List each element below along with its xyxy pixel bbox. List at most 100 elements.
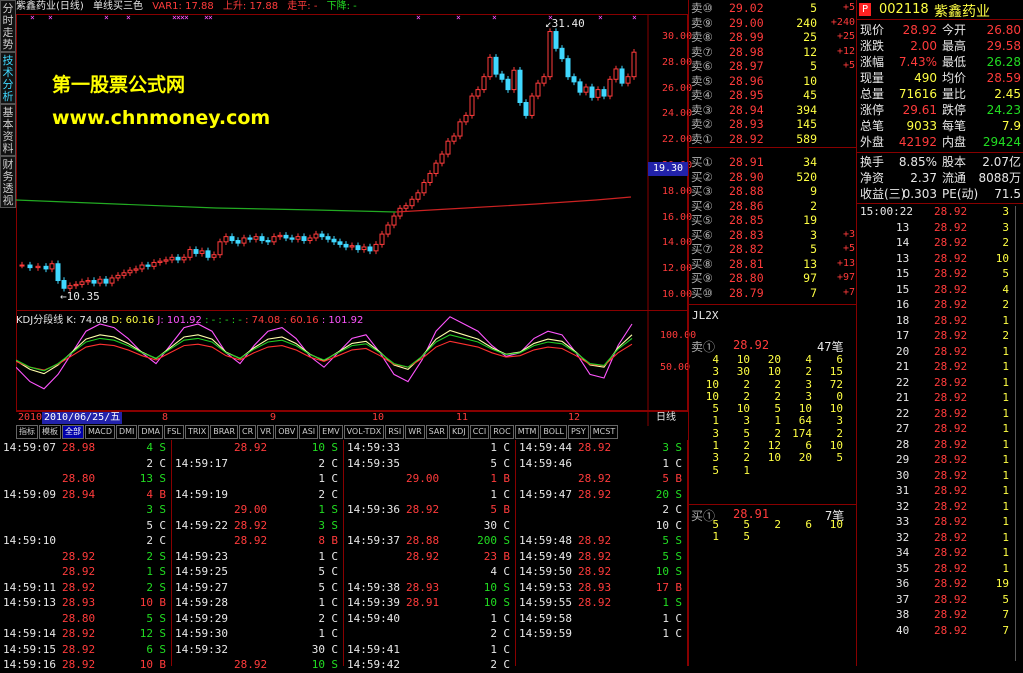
trade-row: 40 28.92 7: [896, 623, 1009, 637]
indicator-tab-sar[interactable]: SAR: [425, 425, 448, 439]
queue-row: 15: [712, 530, 750, 544]
svg-text:×: ×: [456, 14, 461, 22]
trade-row: 20 28.92 1: [896, 344, 1009, 358]
tick-row: 14:59:32 30 C: [175, 642, 338, 656]
indicator-tab-cr[interactable]: CR: [239, 425, 257, 439]
order-book-row: 卖⑩ 29.02 5 +5: [691, 1, 855, 15]
indicator-tab-emv[interactable]: EMV: [319, 425, 343, 439]
tick-row: 29.00 1 S: [234, 503, 338, 516]
tick-row: 14:59:53 28.93 17 B: [519, 580, 682, 594]
tick-column: 14:59:44 28.92 3 S 14:59:46 1 C 28.92 5 B 14:59:47…: [516, 440, 688, 666]
trade-row: 22 28.92 1: [896, 406, 1009, 420]
indicator-tab-obv[interactable]: OBV: [275, 425, 299, 439]
kdj-header: KDJ分段线 K: 74.08 D: 60.16 J: 101.92 : - :…: [16, 315, 364, 326]
trade-list-scrollbar[interactable]: [1015, 206, 1022, 661]
tab-finance[interactable]: 财务透视: [0, 156, 16, 208]
indicator-tabs: 指标 模板 全部 MACD DMI DMA FSL TRIX BRAR CR VR OBV ASI EMV…: [16, 425, 619, 439]
order-book-row: 买⑤ 28.85 19: [691, 213, 817, 227]
var1-label: VAR1: 17.88: [152, 1, 214, 12]
trade-row: 31 28.92 1: [896, 484, 1009, 497]
tick-row: 14:59:41 1 C: [347, 642, 510, 656]
tick-row: 29.00 1 B: [406, 472, 510, 485]
order-book-row: 卖① 28.92 589: [691, 131, 817, 146]
jl2x-label: JL2X: [692, 309, 719, 322]
indicator-tab-mtm[interactable]: MTM: [514, 425, 540, 439]
indicator-tab-mcst[interactable]: MCST: [589, 425, 619, 439]
buy-book: 买① 28.91 34 买② 28.90 520 买③ 28.88 9 买④ 28.86 2 买⑤ 28.…: [689, 155, 857, 300]
tick-row: 14:59:47 28.92 20 S: [519, 487, 682, 501]
indicator-tab-vr[interactable]: VR: [257, 425, 275, 439]
cursor-date: 2010/06/25/五: [42, 412, 123, 424]
indicator-tab-rsi[interactable]: RSI: [385, 425, 405, 439]
indicator-tab-boll[interactable]: BOLL: [540, 425, 567, 439]
tick-row: 14:59:22 28.92 3 S: [175, 518, 338, 532]
indicator-tab-macd[interactable]: MACD: [85, 425, 115, 439]
order-book-row: 卖⑥ 28.97 5 +5: [691, 59, 855, 73]
trade-row: 15:00:22 28.92 3: [860, 205, 1009, 218]
low-label: ←10.35: [60, 290, 100, 303]
tick-column: 14:59:07 28.98 4 S 2 C 28.80 13 S 14:59:09 28.94 4 B…: [0, 440, 172, 671]
order-book-row: 买② 28.90 520: [691, 169, 817, 184]
tick-row: 14:59:44 28.92 3 S: [519, 441, 682, 454]
indicator-tab-brar[interactable]: BRAR: [210, 425, 239, 439]
trade-row: 29 28.92 1: [896, 453, 1009, 466]
tab-basic-info[interactable]: 基本资料: [0, 104, 16, 156]
chart-title: 紫鑫药业(日线): [16, 1, 84, 12]
trade-row: 21 28.92 1: [896, 391, 1009, 404]
tick-row: 14:59:14 28.92 12 S: [3, 627, 166, 640]
tick-row: 5C: [146, 518, 166, 532]
tick-row: 14:59:33 1 C: [347, 441, 510, 454]
tick-row: 14:59:07 28.98 4 S: [3, 441, 166, 454]
stat-row: 现量 490 均价 28.59: [860, 71, 1021, 85]
indicator-tab-指标[interactable]: 指标: [16, 425, 38, 439]
indicator-tab-模板[interactable]: 模板: [39, 425, 61, 439]
order-book-row: 买⑩ 28.79 7 +7: [691, 285, 855, 300]
indicator-tab-cci[interactable]: CCI: [469, 425, 490, 439]
order-book-row: 买⑨ 28.80 97 +97: [691, 271, 855, 285]
queue-row: 51: [712, 463, 750, 477]
buy1-queue: 5 5 2 6 10 1 5: [689, 518, 857, 544]
period-label[interactable]: 日线: [656, 412, 676, 424]
indicator-tab-fsl[interactable]: FSL: [163, 425, 184, 439]
trade-row: 22 28.92 1: [896, 375, 1009, 389]
chart-title-bar: 紫鑫药业(日线) 单线买三色 VAR1: 17.88 上升: 17.88 走平:…: [16, 0, 656, 14]
price-marker: 19.30: [648, 162, 688, 176]
tick-row: 28.80 13 S: [62, 472, 166, 485]
tab-technical-analysis[interactable]: 技术分析: [0, 52, 16, 104]
tick-row: 14:59:36 28.92 5 B: [347, 503, 510, 516]
svg-text:×: ×: [30, 14, 35, 22]
tick-detail-panel: 14:59:07 28.98 4 S 2 C 28.80 13 S 14:59:09 28.94 4 B…: [0, 440, 688, 671]
tab-time-trend[interactable]: 分时走势: [0, 0, 16, 52]
order-book-row: 买⑥ 28.83 3 +3: [691, 227, 855, 242]
indicator-tab-全部[interactable]: 全部: [62, 425, 84, 439]
trade-row: 13 28.92 10: [896, 251, 1009, 265]
tick-row: 14:59:23 1 C: [175, 549, 338, 563]
high-label: ↙31.40: [545, 17, 585, 30]
order-book-row: 卖③ 28.94 394: [691, 102, 817, 117]
tick-row: 14:59:40 1 C: [347, 611, 510, 625]
stat-row: 涨停 29.61 跌停 24.23: [860, 103, 1021, 117]
tick-row: 14:59:10 2 C: [3, 534, 166, 547]
svg-text:×: ×: [184, 14, 189, 22]
indicator-tab-vol-tdx[interactable]: VOL-TDX: [343, 425, 385, 439]
tick-row: 2C: [146, 456, 166, 470]
indicator-tab-wr[interactable]: WR: [405, 425, 425, 439]
indicator-tab-dma[interactable]: DMA: [138, 425, 163, 439]
tick-row: 14:59:35 5 C: [347, 456, 510, 470]
indicator-tab-asi[interactable]: ASI: [299, 425, 319, 439]
indicator-tab-psy[interactable]: PSY: [567, 425, 589, 439]
trade-row: 21 28.92 1: [896, 360, 1009, 373]
tick-row: [516, 657, 687, 673]
tick-row: 14:59:59 1 C: [519, 627, 682, 640]
chart-mode: 单线买三色: [93, 1, 143, 12]
order-book-row: 买⑧ 28.81 13 +13: [691, 256, 855, 271]
indicator-tab-roc[interactable]: ROC: [490, 425, 514, 439]
indicator-tab-kdj[interactable]: KDJ: [448, 425, 469, 439]
queue-row: 3 30 10 2 15: [712, 365, 843, 379]
indicator-tab-trix[interactable]: TRIX: [184, 425, 210, 439]
stat-row: 涨幅 7.43% 最低 26.28: [860, 55, 1021, 69]
order-book-row: 买④ 28.86 2: [691, 198, 817, 213]
tick-row: [516, 642, 687, 658]
up-label: 上升: 17.88: [222, 1, 279, 12]
indicator-tab-dmi[interactable]: DMI: [115, 425, 138, 439]
